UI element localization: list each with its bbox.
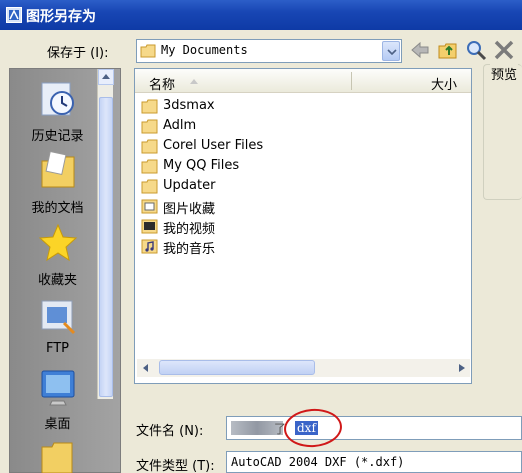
scroll-left-arrow-icon	[143, 364, 148, 372]
my-documents-icon	[41, 150, 74, 188]
music-folder-icon	[141, 239, 158, 254]
place-extra[interactable]	[10, 435, 105, 473]
file-name: My QQ Files	[163, 158, 240, 173]
ftp-icon	[41, 300, 75, 335]
place-label: 桌面	[44, 417, 71, 432]
file-type-label: 文件类型 (T):	[136, 459, 215, 473]
file-name: Adlm	[163, 118, 197, 133]
scroll-up-button[interactable]	[98, 69, 114, 85]
preview-label: 预览	[490, 64, 519, 83]
save-in-label: 保存于 (I):	[47, 46, 109, 61]
place-history[interactable]: 历史记录	[10, 77, 105, 144]
scroll-thumb[interactable]	[99, 97, 113, 397]
history-clock-icon	[41, 82, 74, 116]
folder-icon	[141, 99, 158, 114]
close-icon	[494, 40, 514, 60]
file-name: 3dsmax	[163, 98, 215, 113]
file-name: Corel User Files	[163, 138, 264, 153]
file-list[interactable]: 名称 大小 3dsmax Adlm Corel User Files My QQ…	[134, 68, 472, 384]
annotation-circle	[282, 407, 344, 449]
file-name-input[interactable]: 了 dxf	[226, 416, 522, 440]
autocad-app-icon	[6, 7, 22, 23]
file-type-value: AutoCAD 2004 DXF (*.dxf)	[231, 455, 405, 469]
places-scrollbar[interactable]	[97, 69, 114, 399]
dropdown-button[interactable]	[382, 41, 400, 61]
search-icon	[467, 41, 487, 61]
folder-icon	[141, 159, 158, 174]
favorites-star-icon	[38, 223, 77, 262]
file-name: 我的视频	[163, 222, 216, 237]
save-in-value: My Documents	[161, 43, 248, 57]
folder-icon	[141, 119, 158, 134]
chevron-down-icon	[387, 49, 397, 55]
place-my-documents[interactable]: 我的文档	[10, 149, 105, 216]
file-type-select[interactable]: AutoCAD 2004 DXF (*.dxf)	[226, 451, 522, 473]
scroll-up-arrow-icon	[102, 74, 110, 79]
delete-button[interactable]	[492, 38, 516, 62]
folder-icon	[141, 139, 158, 154]
folder-icon	[141, 179, 158, 194]
column-divider[interactable]	[351, 72, 352, 90]
title-bar[interactable]: 图形另存为	[0, 0, 522, 30]
folder-icon	[140, 44, 156, 58]
network-folder-icon	[41, 442, 72, 473]
file-name: 我的音乐	[163, 242, 216, 257]
list-header: 名称 大小	[135, 69, 471, 93]
place-ftp[interactable]: FTP	[10, 293, 105, 356]
window-title: 图形另存为	[26, 9, 96, 25]
save-in-dropdown[interactable]: My Documents	[136, 39, 402, 63]
place-label: 历史记录	[31, 129, 84, 144]
file-name: Updater	[163, 178, 216, 193]
sort-arrow-icon	[190, 79, 198, 84]
horizontal-scrollbar[interactable]	[137, 359, 470, 377]
file-name-label: 文件名 (N):	[136, 424, 204, 439]
preview-panel	[483, 64, 522, 200]
scroll-right-arrow-icon	[459, 364, 465, 372]
up-folder-icon	[438, 43, 457, 59]
place-favorites[interactable]: 收藏夹	[10, 221, 105, 288]
desktop-icon	[41, 370, 74, 406]
place-desktop[interactable]: 桌面	[10, 365, 105, 432]
column-header-size[interactable]: 大小	[431, 74, 457, 93]
place-label: 收藏夹	[37, 273, 77, 288]
back-arrow-icon	[411, 41, 429, 59]
file-name: 图片收藏	[163, 202, 216, 217]
pictures-folder-icon	[141, 199, 158, 214]
up-folder-button[interactable]	[436, 38, 460, 62]
column-header-name[interactable]: 名称	[149, 74, 175, 93]
scroll-thumb[interactable]	[159, 360, 315, 375]
place-label: FTP	[45, 341, 70, 356]
place-label: 我的文档	[31, 201, 84, 216]
video-folder-icon	[141, 219, 158, 234]
search-button[interactable]	[464, 38, 488, 62]
back-button[interactable]	[408, 38, 432, 62]
